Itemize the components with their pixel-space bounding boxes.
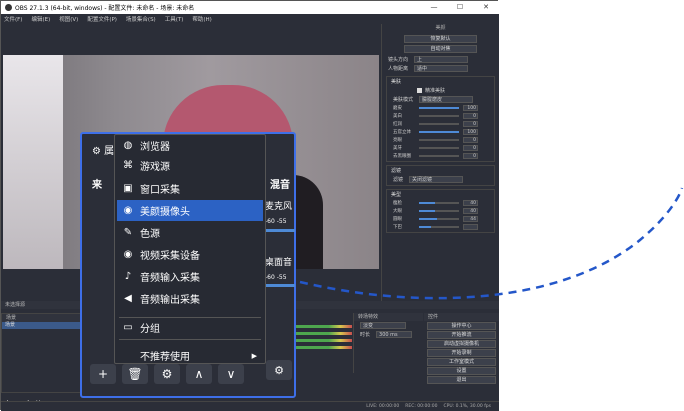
dashed-arc-path [299,187,684,300]
dashed-arrow-arc [299,187,684,300]
